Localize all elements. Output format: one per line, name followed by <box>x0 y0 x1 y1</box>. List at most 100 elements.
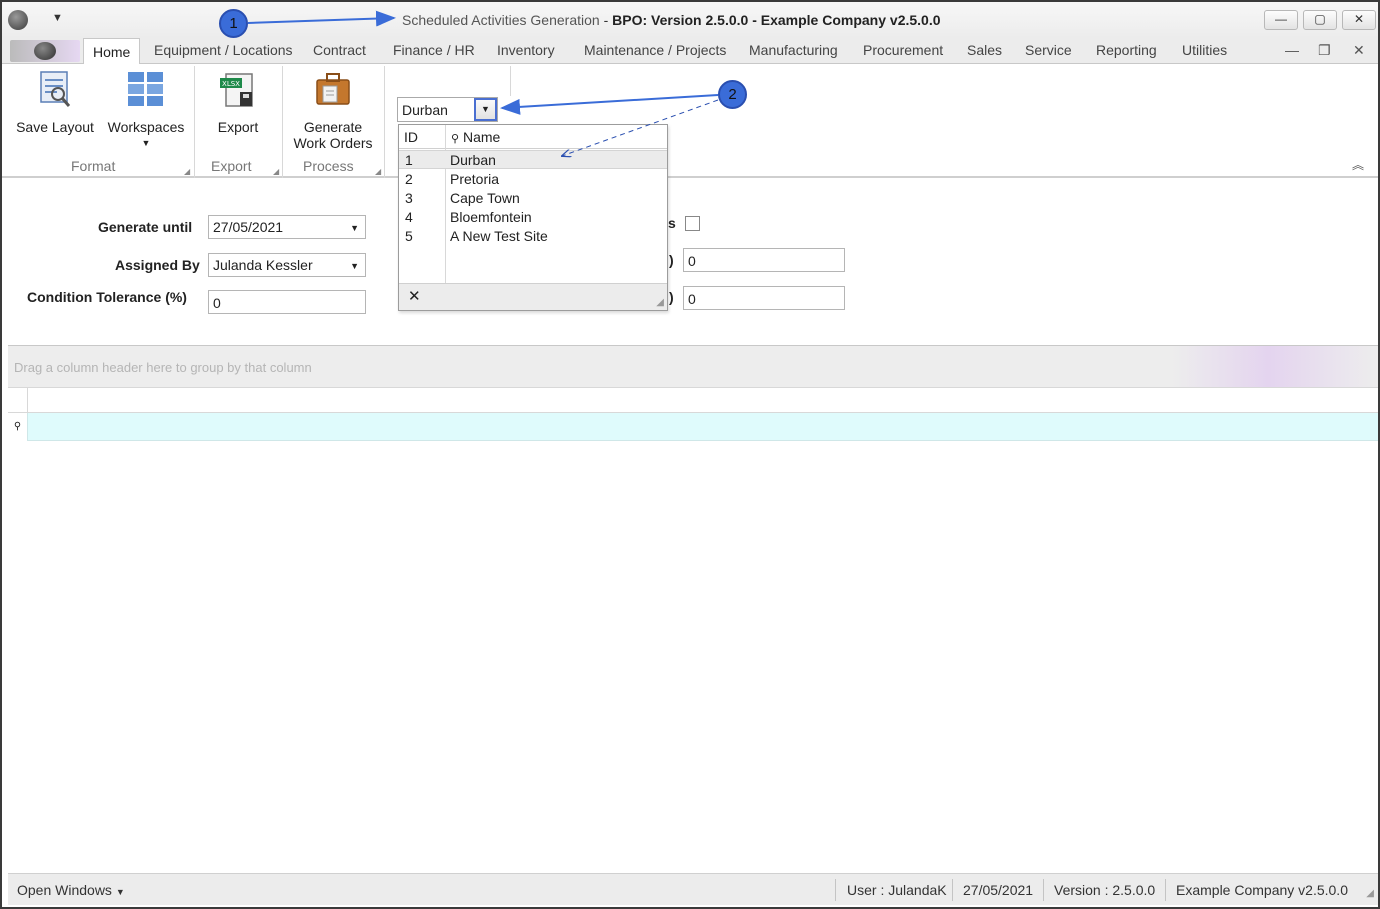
tab-service[interactable]: Service <box>1025 42 1072 58</box>
process-group-launcher-icon[interactable]: ◢ <box>375 167 381 176</box>
app-window: ▼ Scheduled Activities Generation - BPO:… <box>0 0 1380 909</box>
window-title-app: BPO: Version 2.5.0.0 - Example Company v… <box>612 12 941 28</box>
popup-row[interactable]: 4 Bloemfontein <box>399 208 667 227</box>
popup-column-name-label: Name <box>462 129 501 145</box>
popup-row-name: Cape Town <box>450 190 520 206</box>
tab-sales[interactable]: Sales <box>967 42 1002 58</box>
collapse-ribbon-icon[interactable]: ︽ <box>1352 156 1364 173</box>
tab-equipment-locations[interactable]: Equipment / Locations <box>154 42 293 58</box>
tab-procurement[interactable]: Procurement <box>863 42 943 58</box>
xlsx-badge-text: XLSX <box>222 80 240 88</box>
site-selector-combo[interactable]: Durban ▼ <box>397 97 498 122</box>
mdi-minimize-icon[interactable]: — <box>1285 42 1299 58</box>
binoculars-icon[interactable]: ⚲ <box>451 133 459 145</box>
workspaces-label: Workspaces <box>107 119 185 135</box>
status-divider <box>835 879 836 901</box>
popup-clear-button[interactable]: ✕ <box>408 287 421 305</box>
tab-manufacturing[interactable]: Manufacturing <box>749 42 838 58</box>
popup-row-id: 2 <box>405 171 413 187</box>
annotation-callout-1: 1 <box>219 9 248 38</box>
popup-row-name: Durban <box>450 152 496 168</box>
group-by-panel[interactable]: Drag a column header here to group by th… <box>8 346 1378 388</box>
ribbon-group-divider <box>194 66 195 178</box>
chevron-down-icon[interactable]: ▼ <box>350 261 359 271</box>
popup-row-name: Bloemfontein <box>450 209 532 225</box>
assigned-by-value: Julanda Kessler <box>213 257 313 273</box>
popup-resize-grip-icon[interactable]: ◢ <box>656 297 664 308</box>
chevron-down-icon[interactable]: ▼ <box>350 223 359 233</box>
activities-grid: Drag a column header here to group by th… <box>8 345 1378 872</box>
generate-label-line1: Generate <box>303 119 363 135</box>
popup-row-id: 3 <box>405 190 413 206</box>
option-checkbox[interactable] <box>685 216 700 231</box>
generate-label-line2: Work Orders <box>293 135 373 151</box>
ribbon-group-divider <box>384 66 385 178</box>
generate-until-datepicker[interactable]: 27/05/2021 ▼ <box>208 215 366 239</box>
export-button[interactable]: XLSX Export <box>200 70 276 135</box>
grid-auto-filter-row[interactable]: ⚲ <box>8 413 1378 441</box>
site-selector-value: Durban <box>402 102 448 118</box>
mdi-close-icon[interactable]: ✕ <box>1353 42 1365 59</box>
generate-work-orders-button[interactable]: Generate Work Orders <box>288 70 378 151</box>
popup-header: ID ⚲ Name <box>399 125 667 149</box>
popup-row[interactable]: 1 Durban <box>399 150 667 169</box>
condition-tolerance-input[interactable]: 0 <box>208 290 366 314</box>
tab-finance-hr[interactable]: Finance / HR <box>393 42 475 58</box>
filter-row-pin-icon: ⚲ <box>8 413 28 441</box>
site-selector-dropdown-button[interactable]: ▼ <box>474 98 497 121</box>
window-title-separator: - <box>599 12 613 28</box>
tab-contract[interactable]: Contract <box>313 42 366 58</box>
status-version: Version : 2.5.0.0 <box>1054 882 1156 898</box>
close-button[interactable]: ✕ <box>1342 10 1376 30</box>
popup-row[interactable]: 2 Pretoria <box>399 170 667 189</box>
right-label-3-tail: ) <box>669 289 674 305</box>
app-menu-logo-icon <box>34 42 56 60</box>
workspaces-dropdown-icon: ▼ <box>141 138 151 148</box>
application-menu-button[interactable] <box>10 40 80 62</box>
tab-home[interactable]: Home <box>83 38 141 65</box>
quick-access-dropdown-icon[interactable]: ▼ <box>52 12 63 24</box>
save-layout-label: Save Layout <box>16 119 94 135</box>
window-resize-grip-icon[interactable]: ◢ <box>1366 888 1374 899</box>
assigned-by-select[interactable]: Julanda Kessler ▼ <box>208 253 366 277</box>
ribbon-group-divider <box>510 66 511 96</box>
app-logo-icon[interactable] <box>8 10 28 30</box>
status-divider <box>1043 879 1044 901</box>
assigned-by-label: Assigned By <box>115 257 200 273</box>
save-layout-button[interactable]: Save Layout <box>12 70 98 135</box>
ribbon-tab-bar: Home Equipment / Locations Contract Fina… <box>2 38 1378 65</box>
grid-column-header-row <box>8 388 1378 413</box>
title-bar: ▼ Scheduled Activities Generation - BPO:… <box>2 2 1378 38</box>
right-numeric-input-1[interactable]: 0 <box>683 248 845 272</box>
open-windows-button[interactable]: Open Windows ▼ <box>17 882 125 898</box>
popup-row[interactable]: 3 Cape Town <box>399 189 667 208</box>
workspaces-icon <box>128 72 163 106</box>
maximize-button[interactable]: ▢ <box>1303 10 1337 30</box>
group-label-process: Process <box>303 158 354 174</box>
right-numeric-input-2[interactable]: 0 <box>683 286 845 310</box>
export-group-launcher-icon[interactable]: ◢ <box>273 167 279 176</box>
tab-utilities[interactable]: Utilities <box>1182 42 1227 58</box>
popup-column-id[interactable]: ID <box>404 129 418 145</box>
popup-row-name: Pretoria <box>450 171 500 187</box>
group-label-export: Export <box>211 158 252 174</box>
right-label-2-tail: ) <box>669 252 674 268</box>
tab-inventory[interactable]: Inventory <box>497 42 555 58</box>
export-xlsx-icon: XLSX <box>220 73 253 107</box>
minimize-button[interactable]: — <box>1264 10 1298 30</box>
popup-column-name[interactable]: ⚲ Name <box>451 129 500 145</box>
generate-work-orders-icon <box>316 73 350 105</box>
tab-reporting[interactable]: Reporting <box>1096 42 1157 58</box>
popup-row-id: 1 <box>405 152 413 168</box>
window-title: Scheduled Activities Generation - BPO: V… <box>402 12 941 28</box>
format-group-launcher-icon[interactable]: ◢ <box>184 167 190 176</box>
generate-until-value: 27/05/2021 <box>213 219 284 235</box>
ribbon-panel: Save Layout Workspaces ▼ XLSX Export Gen… <box>2 64 1378 178</box>
status-date: 27/05/2021 <box>963 882 1034 898</box>
popup-row[interactable]: 5 A New Test Site <box>399 227 667 246</box>
grid-header-indicator <box>8 388 28 413</box>
tab-maintenance-projects[interactable]: Maintenance / Projects <box>584 42 726 58</box>
mdi-restore-icon[interactable]: ❐ <box>1318 42 1331 59</box>
status-divider <box>1165 879 1166 901</box>
workspaces-button[interactable]: Workspaces ▼ <box>104 70 188 151</box>
